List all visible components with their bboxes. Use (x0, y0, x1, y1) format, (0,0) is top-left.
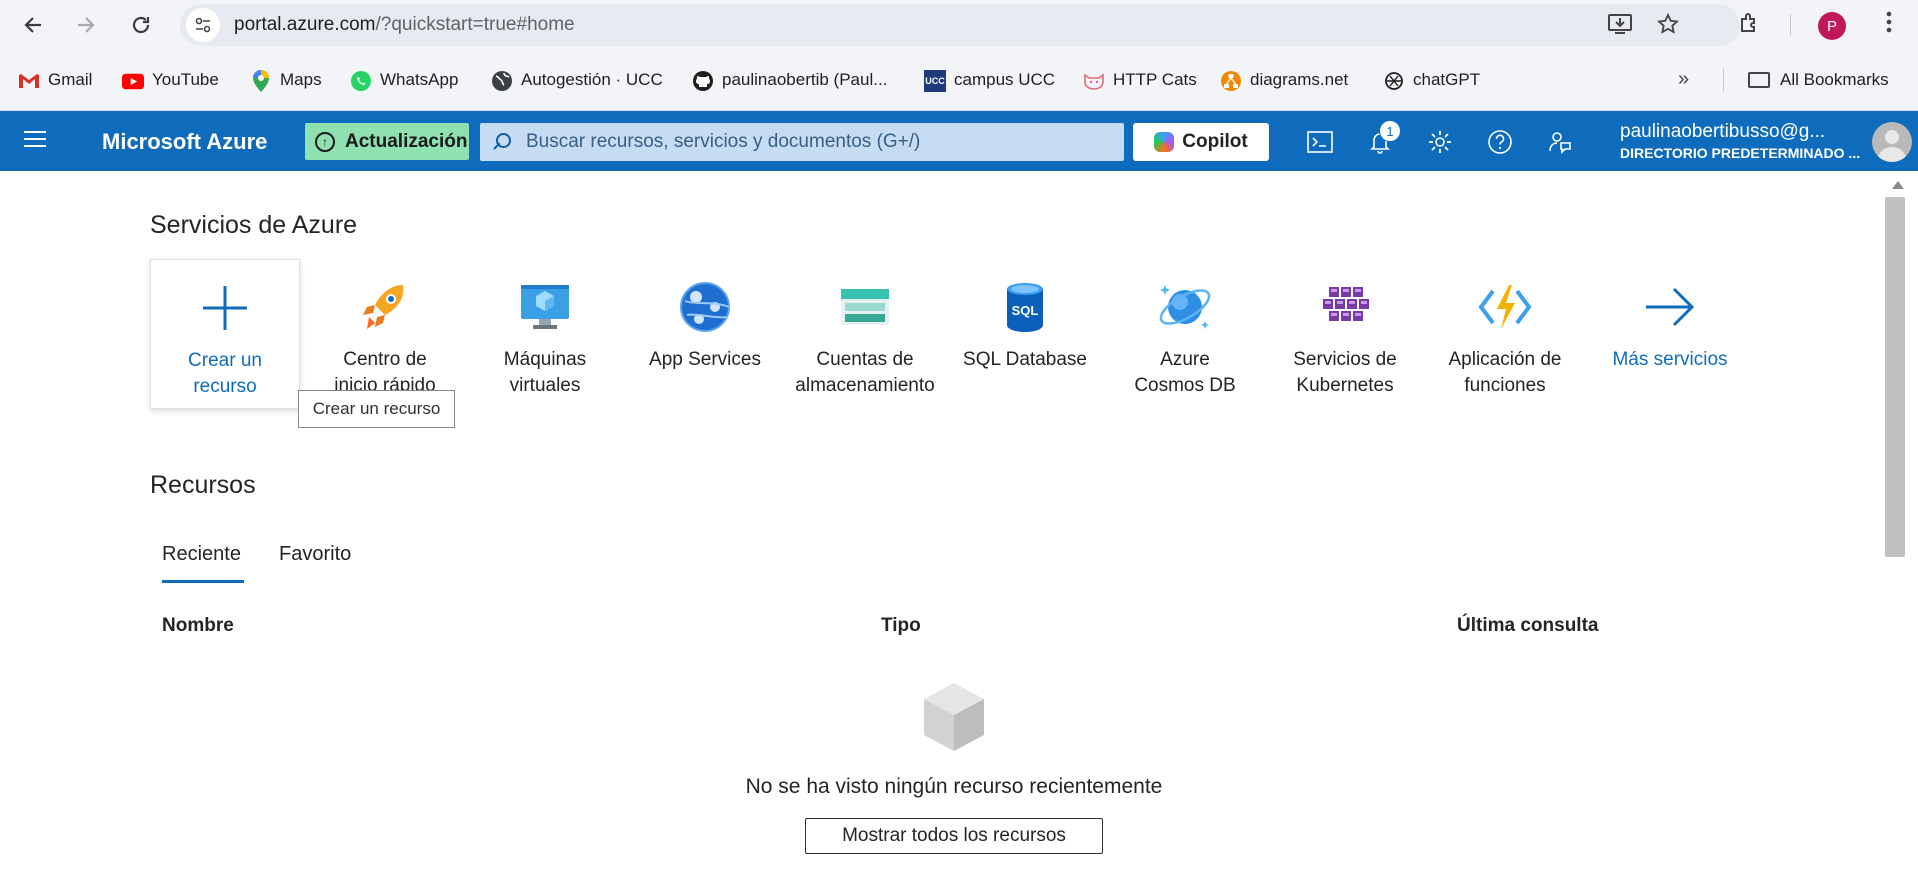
cosmos-db-icon (1155, 277, 1215, 337)
reload-button[interactable] (121, 5, 161, 45)
user-avatar[interactable] (1872, 122, 1912, 162)
service-kubernetes[interactable]: Servicios de Kubernetes (1270, 259, 1420, 409)
bookmark-whatsapp[interactable]: WhatsApp (350, 70, 458, 110)
service-create-resource[interactable]: Crear un recurso (150, 259, 300, 409)
service-function-app[interactable]: Aplicación de funciones (1430, 259, 1580, 409)
cloud-shell-icon[interactable] (1305, 127, 1335, 157)
service-virtual-machines[interactable]: Máquinas virtuales (470, 259, 620, 409)
bookmark-star-icon[interactable] (1656, 12, 1680, 41)
rocket-icon (355, 277, 415, 337)
forward-button[interactable] (66, 5, 106, 45)
hamburger-menu-icon[interactable] (24, 131, 46, 152)
profile-avatar[interactable]: P (1818, 12, 1846, 40)
arrow-left-icon (24, 17, 41, 33)
gmail-icon (18, 70, 40, 92)
page-scrollbar[interactable] (1880, 171, 1918, 873)
reload-icon (132, 16, 150, 34)
bookmark-http-cats[interactable]: HTTP Cats (1083, 70, 1197, 110)
column-header-nombre[interactable]: Nombre (162, 615, 234, 637)
scroll-thumb[interactable] (1885, 197, 1905, 557)
bookmark-maps[interactable]: Maps (250, 70, 322, 110)
chevron-double-right-icon[interactable]: » (1678, 68, 1689, 91)
storage-icon (835, 277, 895, 337)
empty-state-message: No se ha visto ningún recurso recienteme… (745, 775, 1163, 798)
show-all-resources-button[interactable]: Mostrar todos los recursos (805, 818, 1103, 854)
services-title: Servicios de Azure (150, 211, 358, 239)
bookmark-campus-ucc[interactable]: UCC campus UCC (924, 70, 1055, 110)
service-quickstart-center[interactable]: Centro de inicio rápido (310, 259, 460, 409)
feedback-icon[interactable] (1545, 127, 1575, 157)
user-directory: DIRECTORIO PREDETERMINADO ... (1620, 145, 1861, 161)
resources-title: Recursos (150, 471, 256, 499)
search-input[interactable] (526, 131, 1106, 153)
service-sql-database[interactable]: SQL SQL Database (950, 259, 1100, 409)
back-button[interactable] (13, 5, 53, 45)
empty-cube-icon (922, 681, 986, 753)
youtube-icon (122, 70, 144, 92)
copilot-icon (1154, 132, 1175, 152)
arrow-up-circle-icon: ↑ (315, 131, 335, 152)
kubernetes-icon (1315, 277, 1375, 337)
github-icon (692, 70, 714, 92)
browser-toolbar: portal.azure.com/?quickstart=true#home P (0, 0, 1918, 50)
scroll-up-icon[interactable] (1892, 181, 1904, 189)
address-bar[interactable]: portal.azure.com/?quickstart=true#home (180, 4, 1740, 46)
ucc-icon: UCC (924, 70, 946, 92)
sql-database-icon: SQL (995, 277, 1055, 337)
tooltip: Crear un recurso (298, 390, 455, 428)
bookmark-youtube[interactable]: YouTube (122, 70, 219, 110)
service-app-services[interactable]: App Services (630, 259, 780, 409)
plus-icon (195, 278, 255, 338)
function-app-icon (1475, 277, 1535, 337)
update-button[interactable]: ↑ Actualización (305, 123, 469, 160)
diagrams-icon (1220, 70, 1242, 92)
all-bookmarks-button[interactable]: All Bookmarks (1748, 70, 1889, 90)
service-cosmos-db[interactable]: Azure Cosmos DB (1110, 259, 1260, 409)
service-more-services[interactable]: Más servicios (1595, 259, 1745, 409)
more-vert-icon[interactable] (1885, 10, 1893, 40)
bookmark-gmail[interactable]: Gmail (18, 70, 92, 110)
folder-icon (1748, 72, 1770, 88)
svg-text:SQL: SQL (1012, 303, 1039, 318)
globe-icon (491, 70, 513, 92)
user-email: paulinaobertibusso@g... (1620, 121, 1826, 142)
bookmark-autogestion[interactable]: Autogestión · UCC (491, 70, 663, 110)
arrow-right-icon (1640, 277, 1700, 337)
whatsapp-icon (350, 70, 372, 92)
arrow-right-icon (78, 17, 95, 33)
install-app-icon[interactable] (1608, 13, 1632, 41)
extensions-icon[interactable] (1738, 11, 1762, 41)
bookmark-chatgpt[interactable]: chatGPT (1383, 70, 1480, 110)
app-services-icon (675, 277, 735, 337)
azure-header: Microsoft Azure ↑ Actualización Copilot … (0, 111, 1918, 171)
toolbar-divider (1790, 14, 1791, 36)
tab-reciente[interactable]: Reciente (162, 543, 241, 566)
help-icon[interactable] (1485, 127, 1515, 157)
url-text: portal.azure.com/?quickstart=true#home (234, 14, 575, 35)
bookmark-github[interactable]: paulinaobertib (Paul... (692, 70, 887, 110)
cat-icon (1083, 70, 1105, 92)
settings-gear-icon[interactable] (1425, 127, 1455, 157)
global-search[interactable] (480, 123, 1124, 161)
bookmarks-bar: Gmail YouTube Maps WhatsApp Autogestión … (0, 50, 1918, 111)
copilot-button[interactable]: Copilot (1133, 123, 1269, 161)
search-icon (493, 133, 511, 151)
maps-icon (250, 70, 272, 92)
column-header-ultima-consulta[interactable]: Última consulta (1457, 615, 1598, 637)
active-tab-indicator (162, 580, 244, 583)
tab-favorito[interactable]: Favorito (279, 543, 351, 566)
site-info-icon[interactable] (186, 8, 220, 42)
main-content: Servicios de Azure Crear un recurso Centr… (0, 171, 1880, 873)
service-storage-accounts[interactable]: Cuentas de almacenamiento (790, 259, 940, 409)
openai-icon (1383, 70, 1405, 92)
account-menu[interactable]: paulinaobertibusso@g... DIRECTORIO PREDE… (1620, 121, 1874, 161)
notification-badge: 1 (1379, 120, 1401, 142)
bookmark-diagrams[interactable]: diagrams.net (1220, 70, 1348, 110)
virtual-machine-icon (515, 277, 575, 337)
bookmarks-divider (1723, 68, 1724, 92)
column-header-tipo[interactable]: Tipo (881, 615, 921, 637)
brand-title[interactable]: Microsoft Azure (102, 129, 267, 155)
